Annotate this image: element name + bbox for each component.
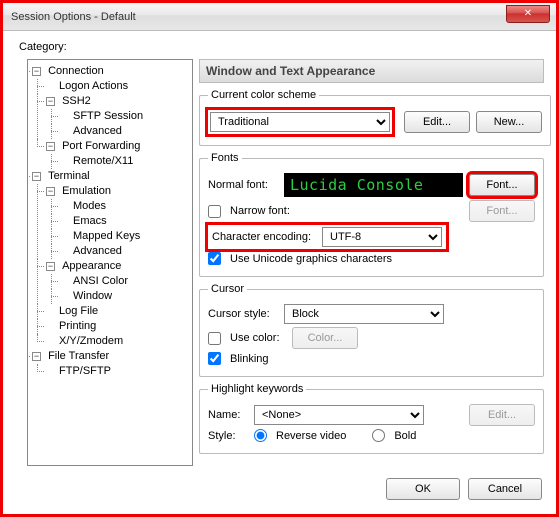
category-label: Category:	[19, 41, 67, 53]
settings-panel: Window and Text Appearance Current color…	[199, 59, 544, 466]
cursor-legend: Cursor	[208, 283, 247, 295]
bold-radio[interactable]	[372, 429, 385, 442]
expand-icon[interactable]: −	[32, 67, 41, 76]
expand-icon[interactable]: −	[46, 262, 55, 271]
expand-icon[interactable]: −	[46, 187, 55, 196]
tree-remote-x11[interactable]: Remote/X11	[60, 155, 133, 167]
fonts-group: Fonts Normal font: Lucida Console Font..…	[199, 152, 544, 277]
highlight-style-label: Style:	[208, 430, 248, 442]
encoding-label: Character encoding:	[212, 231, 316, 243]
blinking-label: Blinking	[230, 353, 269, 365]
tree-xyzmodem[interactable]: X/Y/Zmodem	[46, 335, 123, 347]
narrow-font-button: Font...	[469, 200, 535, 222]
tree-port-forwarding[interactable]: Port Forwarding	[60, 140, 140, 152]
color-scheme-edit-button[interactable]: Edit...	[404, 111, 470, 133]
ok-button[interactable]: OK	[386, 478, 460, 500]
font-preview: Lucida Console	[284, 173, 463, 197]
tree-ansi-color[interactable]: ANSI Color	[60, 275, 128, 287]
tree-emulation[interactable]: Emulation	[60, 185, 111, 197]
tree-mapped-keys[interactable]: Mapped Keys	[60, 230, 140, 242]
expand-icon[interactable]: −	[32, 352, 41, 361]
section-header: Window and Text Appearance	[199, 59, 544, 83]
cursor-style-select[interactable]: Block	[284, 304, 444, 324]
fonts-legend: Fonts	[208, 152, 242, 164]
tree-log-file[interactable]: Log File	[46, 305, 98, 317]
color-scheme-select[interactable]: Traditional	[210, 112, 390, 132]
expand-icon[interactable]: −	[32, 172, 41, 181]
tree-sftp-session[interactable]: SFTP Session	[60, 110, 143, 122]
unicode-graphics-checkbox[interactable]	[208, 252, 221, 265]
tree-window[interactable]: Window	[60, 290, 112, 302]
tree-file-transfer[interactable]: File Transfer	[46, 350, 109, 362]
close-icon: ✕	[524, 9, 532, 19]
tree-ftp-sftp[interactable]: FTP/SFTP	[46, 365, 111, 377]
highlight-name-label: Name:	[208, 409, 248, 421]
color-scheme-new-button[interactable]: New...	[476, 111, 542, 133]
narrow-font-label: Narrow font:	[230, 205, 290, 217]
dialog-buttons: OK Cancel	[386, 478, 542, 500]
tree-printing[interactable]: Printing	[46, 320, 96, 332]
cursor-color-button: Color...	[292, 327, 358, 349]
highlight-legend: Highlight keywords	[208, 383, 306, 395]
bold-label: Bold	[394, 430, 416, 442]
window-close-button[interactable]: ✕	[506, 5, 550, 23]
cancel-button[interactable]: Cancel	[468, 478, 542, 500]
reverse-video-label: Reverse video	[276, 430, 346, 442]
color-scheme-group: Current color scheme Traditional Edit...…	[199, 89, 551, 146]
annotation-highlight-window: Session Options - Default ✕ Category: − …	[0, 0, 559, 517]
category-tree[interactable]: − Connection Logon Actions − SSH2 SFTP S…	[27, 59, 193, 466]
tree-ssh2[interactable]: SSH2	[60, 95, 91, 107]
normal-font-label: Normal font:	[208, 179, 278, 191]
dialog-content: Category: − Connection Logon Actions − S…	[7, 33, 552, 510]
use-color-checkbox[interactable]	[208, 332, 221, 345]
tree-connection[interactable]: Connection	[46, 65, 104, 77]
expand-icon[interactable]: −	[46, 97, 55, 106]
window-title: Session Options - Default	[11, 11, 136, 23]
tree-emacs[interactable]: Emacs	[60, 215, 107, 227]
use-color-label: Use color:	[230, 332, 286, 344]
tree-logon-actions[interactable]: Logon Actions	[46, 80, 128, 92]
reverse-video-radio[interactable]	[254, 429, 267, 442]
highlight-name-select[interactable]: <None>	[254, 405, 424, 425]
highlight-group: Highlight keywords Name: <None> Edit... …	[199, 383, 544, 454]
blinking-checkbox[interactable]	[208, 352, 221, 365]
highlight-edit-button: Edit...	[469, 404, 535, 426]
cursor-group: Cursor Cursor style: Block Use color: Co…	[199, 283, 544, 377]
tree-terminal[interactable]: Terminal	[46, 170, 90, 182]
normal-font-button[interactable]: Font...	[469, 174, 535, 196]
titlebar: Session Options - Default ✕	[3, 3, 556, 31]
tree-advanced[interactable]: Advanced	[60, 125, 122, 137]
tree-modes[interactable]: Modes	[60, 200, 106, 212]
unicode-graphics-label: Use Unicode graphics characters	[230, 253, 392, 265]
expand-icon[interactable]: −	[46, 142, 55, 151]
encoding-select[interactable]: UTF-8	[322, 227, 442, 247]
narrow-font-checkbox[interactable]	[208, 205, 221, 218]
tree-appearance[interactable]: Appearance	[60, 260, 121, 272]
color-scheme-legend: Current color scheme	[208, 89, 319, 101]
tree-advanced[interactable]: Advanced	[60, 245, 122, 257]
cursor-style-label: Cursor style:	[208, 308, 278, 320]
